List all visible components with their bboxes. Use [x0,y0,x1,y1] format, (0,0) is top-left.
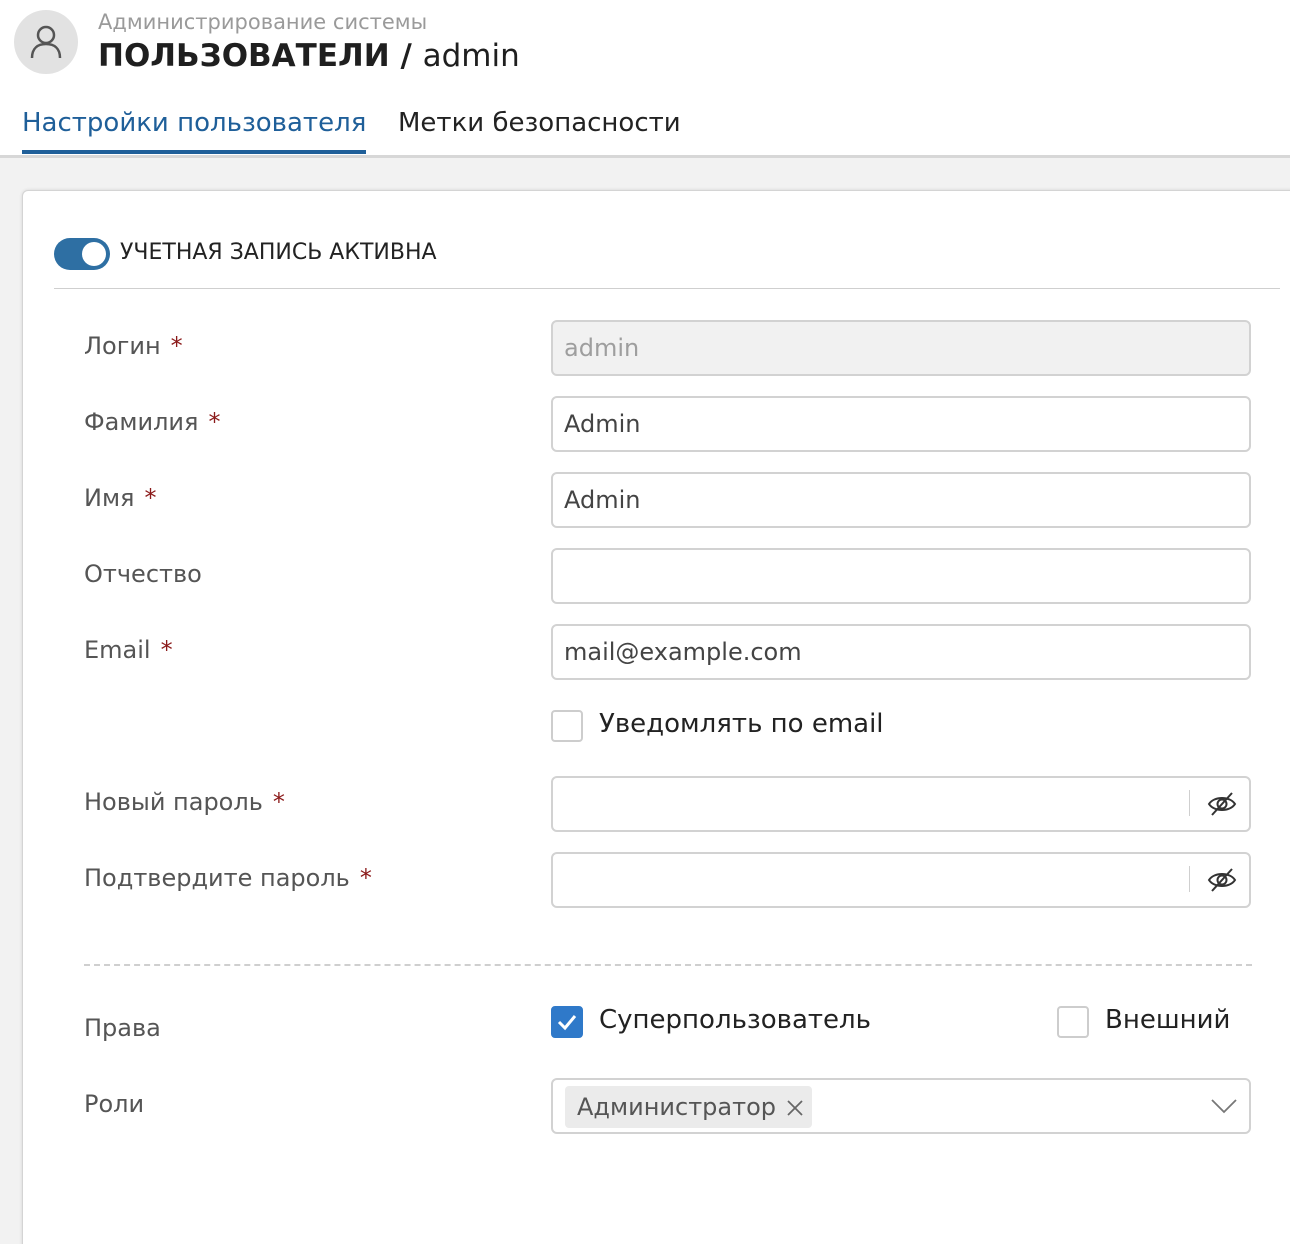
last-name-label-text: Фамилия [84,408,199,436]
role-chip: Администратор [565,1086,813,1128]
new-password-wrapper [551,776,1251,832]
tab-user-settings[interactable]: Настройки пользователя [22,108,367,154]
new-password-label: Новый пароль * [84,788,285,816]
new-password-label-text: Новый пароль [84,788,263,816]
patronymic-label: Отчество [84,560,202,588]
notify-email-checkbox[interactable] [551,710,583,742]
patronymic-field[interactable] [551,548,1251,604]
last-name-label: Фамилия * [84,408,220,436]
tab-bar: Настройки пользователя Метки безопасност… [0,100,1290,158]
first-name-label-text: Имя [84,484,135,512]
page-title: ПОЛЬЗОВАТЕЛИ / admin [98,38,520,74]
required-mark: * [359,864,372,892]
external-label: Внешний [1105,1005,1231,1035]
page-subtitle: Администрирование системы [98,10,428,34]
roles-label: Роли [84,1090,145,1118]
required-mark: * [160,636,173,664]
user-avatar [14,10,78,74]
notify-email-label: Уведомлять по email [599,709,884,739]
login-label-text: Логин [84,332,161,360]
account-active-toggle[interactable] [54,238,110,270]
superuser-label: Суперпользователь [599,1005,871,1035]
required-mark: * [170,332,183,360]
first-name-label: Имя * [84,484,157,512]
external-checkbox[interactable] [1057,1006,1089,1038]
roles-select[interactable]: Администратор [551,1078,1251,1134]
separator [1189,866,1190,892]
eye-slash-icon[interactable] [1207,866,1237,894]
title-section: ПОЛЬЗОВАТЕЛИ [98,38,390,74]
role-chip-label: Администратор [577,1093,777,1121]
required-mark: * [272,788,285,816]
login-field[interactable] [551,320,1251,376]
email-field[interactable] [551,624,1251,680]
patronymic-label-text: Отчество [84,560,202,588]
toggle-knob [82,242,106,266]
title-user: admin [422,38,520,74]
checkmark-icon [557,1015,577,1031]
close-icon[interactable] [786,1099,804,1117]
login-label: Логин * [84,332,183,360]
confirm-password-label-text: Подтвердите пароль [84,864,350,892]
separator [1189,790,1190,816]
required-mark: * [144,484,157,512]
confirm-password-wrapper [551,852,1251,908]
tab-security-labels[interactable]: Метки безопасности [398,108,681,150]
superuser-checkbox[interactable] [551,1006,583,1038]
required-mark: * [208,408,221,436]
account-active-label: УЧЕТНАЯ ЗАПИСЬ АКТИВНА [120,240,437,265]
confirm-password-label: Подтвердите пароль * [84,864,372,892]
email-label-text: Email [84,636,151,664]
eye-slash-icon[interactable] [1207,790,1237,818]
email-label: Email * [84,636,173,664]
new-password-field[interactable] [553,778,1183,830]
rights-label: Права [84,1014,161,1042]
last-name-field[interactable] [551,396,1251,452]
divider [54,288,1280,289]
first-name-field[interactable] [551,472,1251,528]
section-divider [84,964,1252,966]
chevron-down-icon[interactable] [1211,1098,1237,1114]
confirm-password-field[interactable] [553,854,1183,906]
user-icon [30,25,62,59]
title-separator: / [389,38,423,74]
